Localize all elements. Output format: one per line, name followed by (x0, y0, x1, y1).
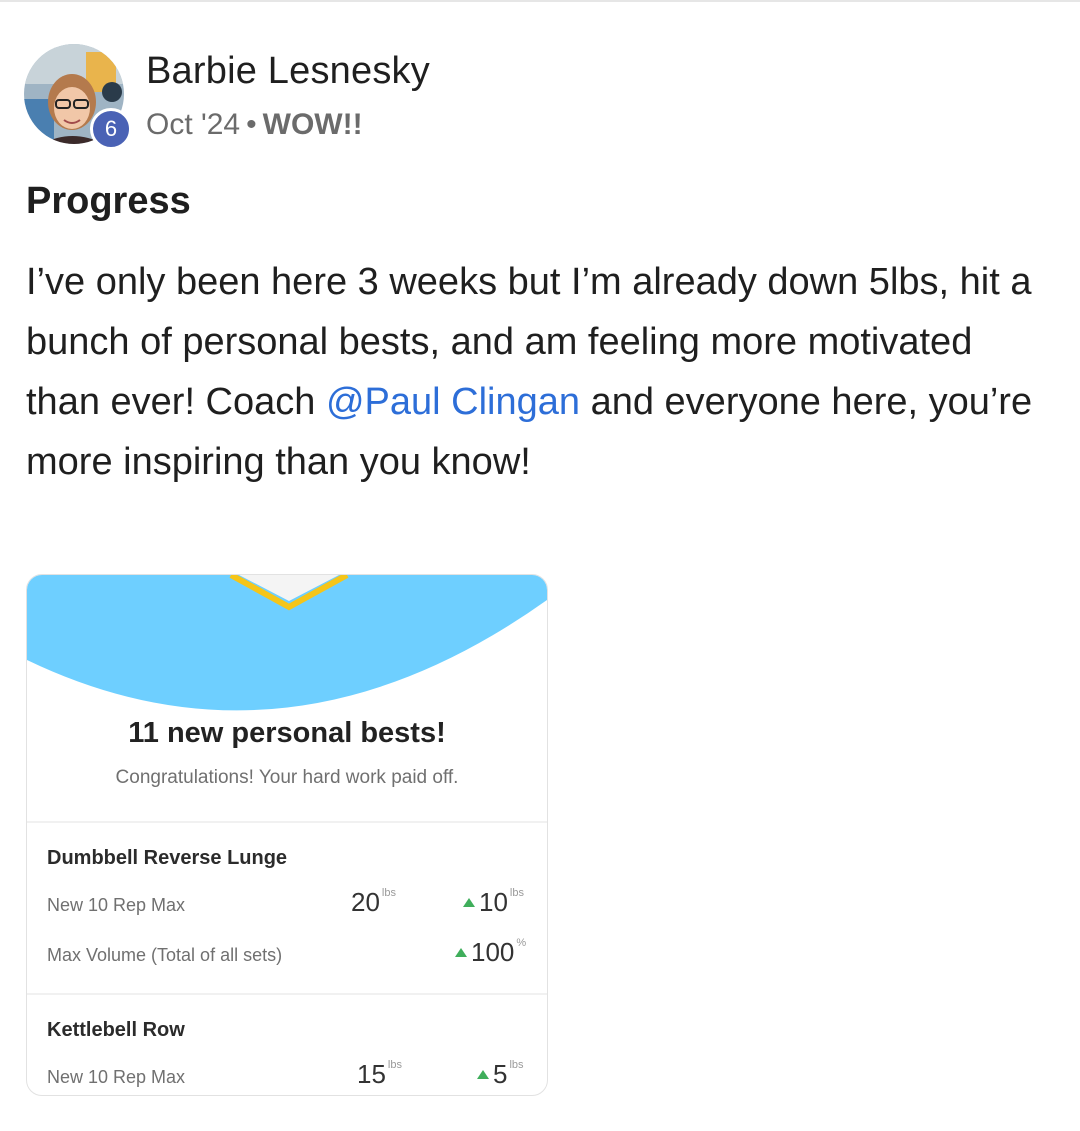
stat-value-unit: lbs (381, 887, 396, 899)
up-arrow-icon (455, 947, 467, 957)
stat-label: New 10 Rep Max (47, 1067, 186, 1087)
stat-delta: 100% (455, 937, 526, 968)
exercise-name: Dumbbell Reverse Lunge (47, 847, 288, 869)
stat-value: 15 lbs (357, 1059, 402, 1090)
stat-label: New 10 Rep Max (47, 895, 186, 915)
stat-value-unit: lbs (387, 1059, 402, 1071)
stat-value: 20 lbs (351, 887, 396, 918)
stat-delta-number: 100 (471, 937, 515, 967)
stat-label: Max Volume (Total of all sets) (47, 945, 283, 965)
level-badge: 6 (90, 108, 132, 150)
card-divider (27, 821, 547, 823)
stat-value-number: 20 (351, 887, 380, 917)
card-subtitle: Congratulations! Your hard work paid off… (115, 767, 459, 788)
meta-separator: • (246, 108, 257, 141)
post-category[interactable]: WOW!! (263, 108, 363, 141)
card-divider (27, 993, 547, 995)
post-body: I’ve only been here 3 weeks but I’m alre… (26, 252, 1056, 492)
banner-graphic (27, 575, 547, 711)
stat-delta-number: 5 (493, 1059, 508, 1089)
author-name[interactable]: Barbie Lesnesky (146, 50, 430, 93)
stat-delta: 10 lbs (463, 887, 524, 918)
up-arrow-icon (477, 1069, 489, 1079)
mention-link[interactable]: @Paul Clingan (326, 381, 580, 423)
stat-delta: 5 lbs (477, 1059, 524, 1090)
up-arrow-icon (463, 897, 475, 907)
stat-delta-unit: % (516, 937, 527, 949)
post-title: Progress (26, 180, 191, 222)
stat-delta-unit: lbs (509, 1059, 524, 1071)
attachment-image[interactable]: 11 new personal bests! Congratulations! … (26, 574, 548, 1096)
stat-delta-unit: lbs (509, 887, 524, 899)
post-meta: Oct '24 • WOW!! (146, 108, 363, 142)
stat-value-number: 15 (357, 1059, 386, 1089)
exercise-name: Kettlebell Row (47, 1019, 185, 1041)
stat-delta-number: 10 (479, 887, 508, 917)
card-headline: 11 new personal bests! (128, 717, 446, 749)
top-divider (0, 0, 1080, 2)
post-date[interactable]: Oct '24 (146, 108, 240, 141)
